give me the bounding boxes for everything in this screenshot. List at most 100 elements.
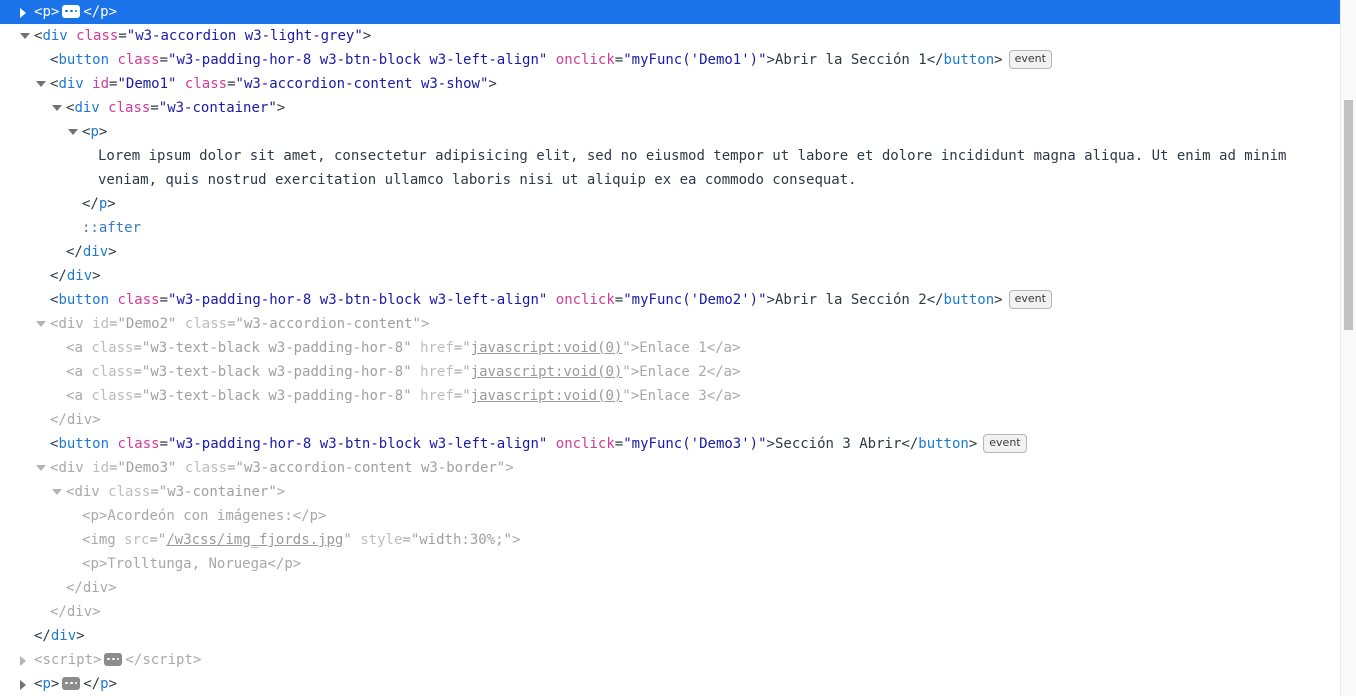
- token-attrname: class: [184, 316, 228, 332]
- token-bracket: >: [108, 244, 117, 260]
- dom-node-row[interactable]: </div>: [0, 600, 1356, 624]
- token-eq: =: [614, 52, 624, 68]
- token-attrname: src: [124, 532, 150, 548]
- chevron-right-icon[interactable]: [20, 680, 26, 690]
- dom-node-row[interactable]: <button class="w3-padding-hor-8 w3-btn-b…: [0, 48, 1356, 72]
- token-attrvalue: "w3-padding-hor-8 w3-btn-block w3-left-a…: [168, 436, 548, 452]
- chevron-down-icon[interactable]: [52, 105, 62, 111]
- dom-node-row[interactable]: <img src="/w3css/img_fjords.jpg" style="…: [0, 528, 1356, 552]
- dom-node-row[interactable]: </div>: [0, 576, 1356, 600]
- token-attrvalue: "w3-accordion-content": [235, 316, 421, 332]
- chevron-down-icon[interactable]: [36, 81, 46, 87]
- token-sp: [100, 100, 108, 116]
- token-bracket: </: [50, 412, 67, 428]
- collapsed-children-icon[interactable]: [104, 652, 123, 666]
- dom-node-row[interactable]: </div>: [0, 264, 1356, 288]
- token-bracket: </: [926, 292, 944, 308]
- collapsed-children-icon[interactable]: [62, 676, 81, 690]
- dom-node-content: <p>: [0, 120, 107, 144]
- token-link[interactable]: javascript:void(0): [471, 364, 623, 380]
- token-quote: ": [622, 364, 631, 380]
- token-eq: =: [453, 340, 463, 356]
- dom-node-row[interactable]: <button class="w3-padding-hor-8 w3-btn-b…: [0, 432, 1356, 456]
- dom-node-content: <div class="w3-accordion w3-light-grey">: [0, 24, 371, 48]
- token-tag: div: [82, 580, 109, 596]
- dom-node-row[interactable]: <div class="w3-accordion w3-light-grey">: [0, 24, 1356, 48]
- chevron-right-icon[interactable]: [20, 8, 26, 18]
- dom-node-row[interactable]: <a class="w3-text-black w3-padding-hor-8…: [0, 336, 1356, 360]
- event-listener-badge[interactable]: event: [1008, 289, 1052, 309]
- dom-node-row[interactable]: <p>Acordeón con imágenes:</p>: [0, 504, 1356, 528]
- token-bracket: >: [50, 4, 60, 20]
- token-attrvalue: "w3-container": [158, 100, 277, 116]
- dom-node-content: </div>: [0, 624, 85, 648]
- token-link[interactable]: javascript:void(0): [471, 388, 623, 404]
- token-link[interactable]: /w3css/img_fjords.jpg: [166, 532, 343, 548]
- event-listener-badge[interactable]: event: [983, 433, 1027, 453]
- token-bracket: >: [98, 124, 108, 140]
- token-tag: p: [100, 676, 109, 692]
- chevron-right-icon[interactable]: [20, 656, 26, 666]
- token-pseudo: ::after: [82, 220, 142, 236]
- dom-node-row[interactable]: ::after: [0, 216, 1356, 240]
- dom-node-content: <script> </script>: [0, 648, 201, 672]
- dom-node-row[interactable]: <div id="Demo2" class="w3-accordion-cont…: [0, 312, 1356, 336]
- dom-node-row[interactable]: <a class="w3-text-black w3-padding-hor-8…: [0, 360, 1356, 384]
- token-attrname: class: [117, 52, 160, 68]
- dom-node-row-selected[interactable]: <p> </p>: [0, 0, 1356, 24]
- token-link[interactable]: javascript:void(0): [471, 340, 623, 356]
- chevron-down-icon[interactable]: [20, 33, 30, 39]
- token-tag: p: [42, 4, 51, 20]
- token-textnode: Acordeón con imágenes:: [107, 508, 293, 524]
- token-sp: [547, 436, 555, 452]
- token-bracket: >: [92, 268, 101, 284]
- chevron-down-icon[interactable]: [68, 129, 78, 135]
- chevron-down-icon[interactable]: [52, 489, 62, 495]
- vertical-scrollbar-thumb[interactable]: [1344, 100, 1353, 330]
- dom-node-row[interactable]: <div class="w3-container">: [0, 480, 1356, 504]
- dom-node-row[interactable]: <p> </p>: [0, 672, 1356, 696]
- chevron-down-icon[interactable]: [36, 321, 46, 327]
- dom-node-row[interactable]: Lorem ipsum dolor sit amet, consectetur …: [0, 144, 1356, 192]
- event-listener-badge[interactable]: event: [1008, 49, 1052, 69]
- dom-node-content: <div class="w3-container">: [0, 480, 285, 504]
- token-tag: div: [58, 76, 84, 92]
- token-textnode: Abrir la Sección 1: [774, 52, 927, 68]
- dom-node-content: </div>: [0, 264, 101, 288]
- token-tag: div: [58, 460, 84, 476]
- token-textnode: Sección 3 Abrir: [774, 436, 902, 452]
- token-tag: button: [58, 52, 110, 68]
- token-attrvalue: "Demo2": [117, 316, 177, 332]
- elements-dom-tree-panel[interactable]: <p> </p> <div class="w3-accordion w3-light…: [0, 0, 1356, 696]
- dom-node-row[interactable]: <div id="Demo3" class="w3-accordion-cont…: [0, 456, 1356, 480]
- dom-node-content: <div id="Demo1" class="w3-accordion-cont…: [0, 72, 497, 96]
- dom-node-row[interactable]: </div>: [0, 624, 1356, 648]
- dom-node-row[interactable]: <div class="w3-container">: [0, 96, 1356, 120]
- token-bracket: >: [92, 604, 101, 620]
- dom-node-row[interactable]: <p>: [0, 120, 1356, 144]
- token-sp: [68, 28, 76, 44]
- dom-node-row[interactable]: </div>: [0, 408, 1356, 432]
- token-eq: =: [614, 292, 624, 308]
- token-tag: p: [90, 124, 99, 140]
- dom-node-row[interactable]: <button class="w3-padding-hor-8 w3-btn-b…: [0, 288, 1356, 312]
- dom-node-content: </div>: [0, 240, 117, 264]
- dom-node-row[interactable]: <p>Trolltunga, Noruega</p>: [0, 552, 1356, 576]
- token-bracket: >: [276, 100, 286, 116]
- chevron-down-icon[interactable]: [36, 465, 46, 471]
- token-tag: div: [74, 100, 100, 116]
- token-attrname: onclick: [555, 52, 615, 68]
- collapsed-children-icon[interactable]: [62, 4, 81, 18]
- token-bracket: >: [420, 316, 430, 332]
- dom-node-row[interactable]: </p>: [0, 192, 1356, 216]
- vertical-scrollbar-track[interactable]: [1340, 0, 1356, 696]
- token-attrname: class: [108, 100, 151, 116]
- dom-node-row[interactable]: <div id="Demo1" class="w3-accordion-cont…: [0, 72, 1356, 96]
- token-tag: p: [309, 508, 319, 524]
- token-tag: p: [90, 556, 99, 572]
- token-tag: div: [74, 484, 100, 500]
- dom-node-row[interactable]: <script> </script>: [0, 648, 1356, 672]
- dom-node-row[interactable]: <a class="w3-text-black w3-padding-hor-8…: [0, 384, 1356, 408]
- token-sp: [547, 52, 555, 68]
- dom-node-row[interactable]: </div>: [0, 240, 1356, 264]
